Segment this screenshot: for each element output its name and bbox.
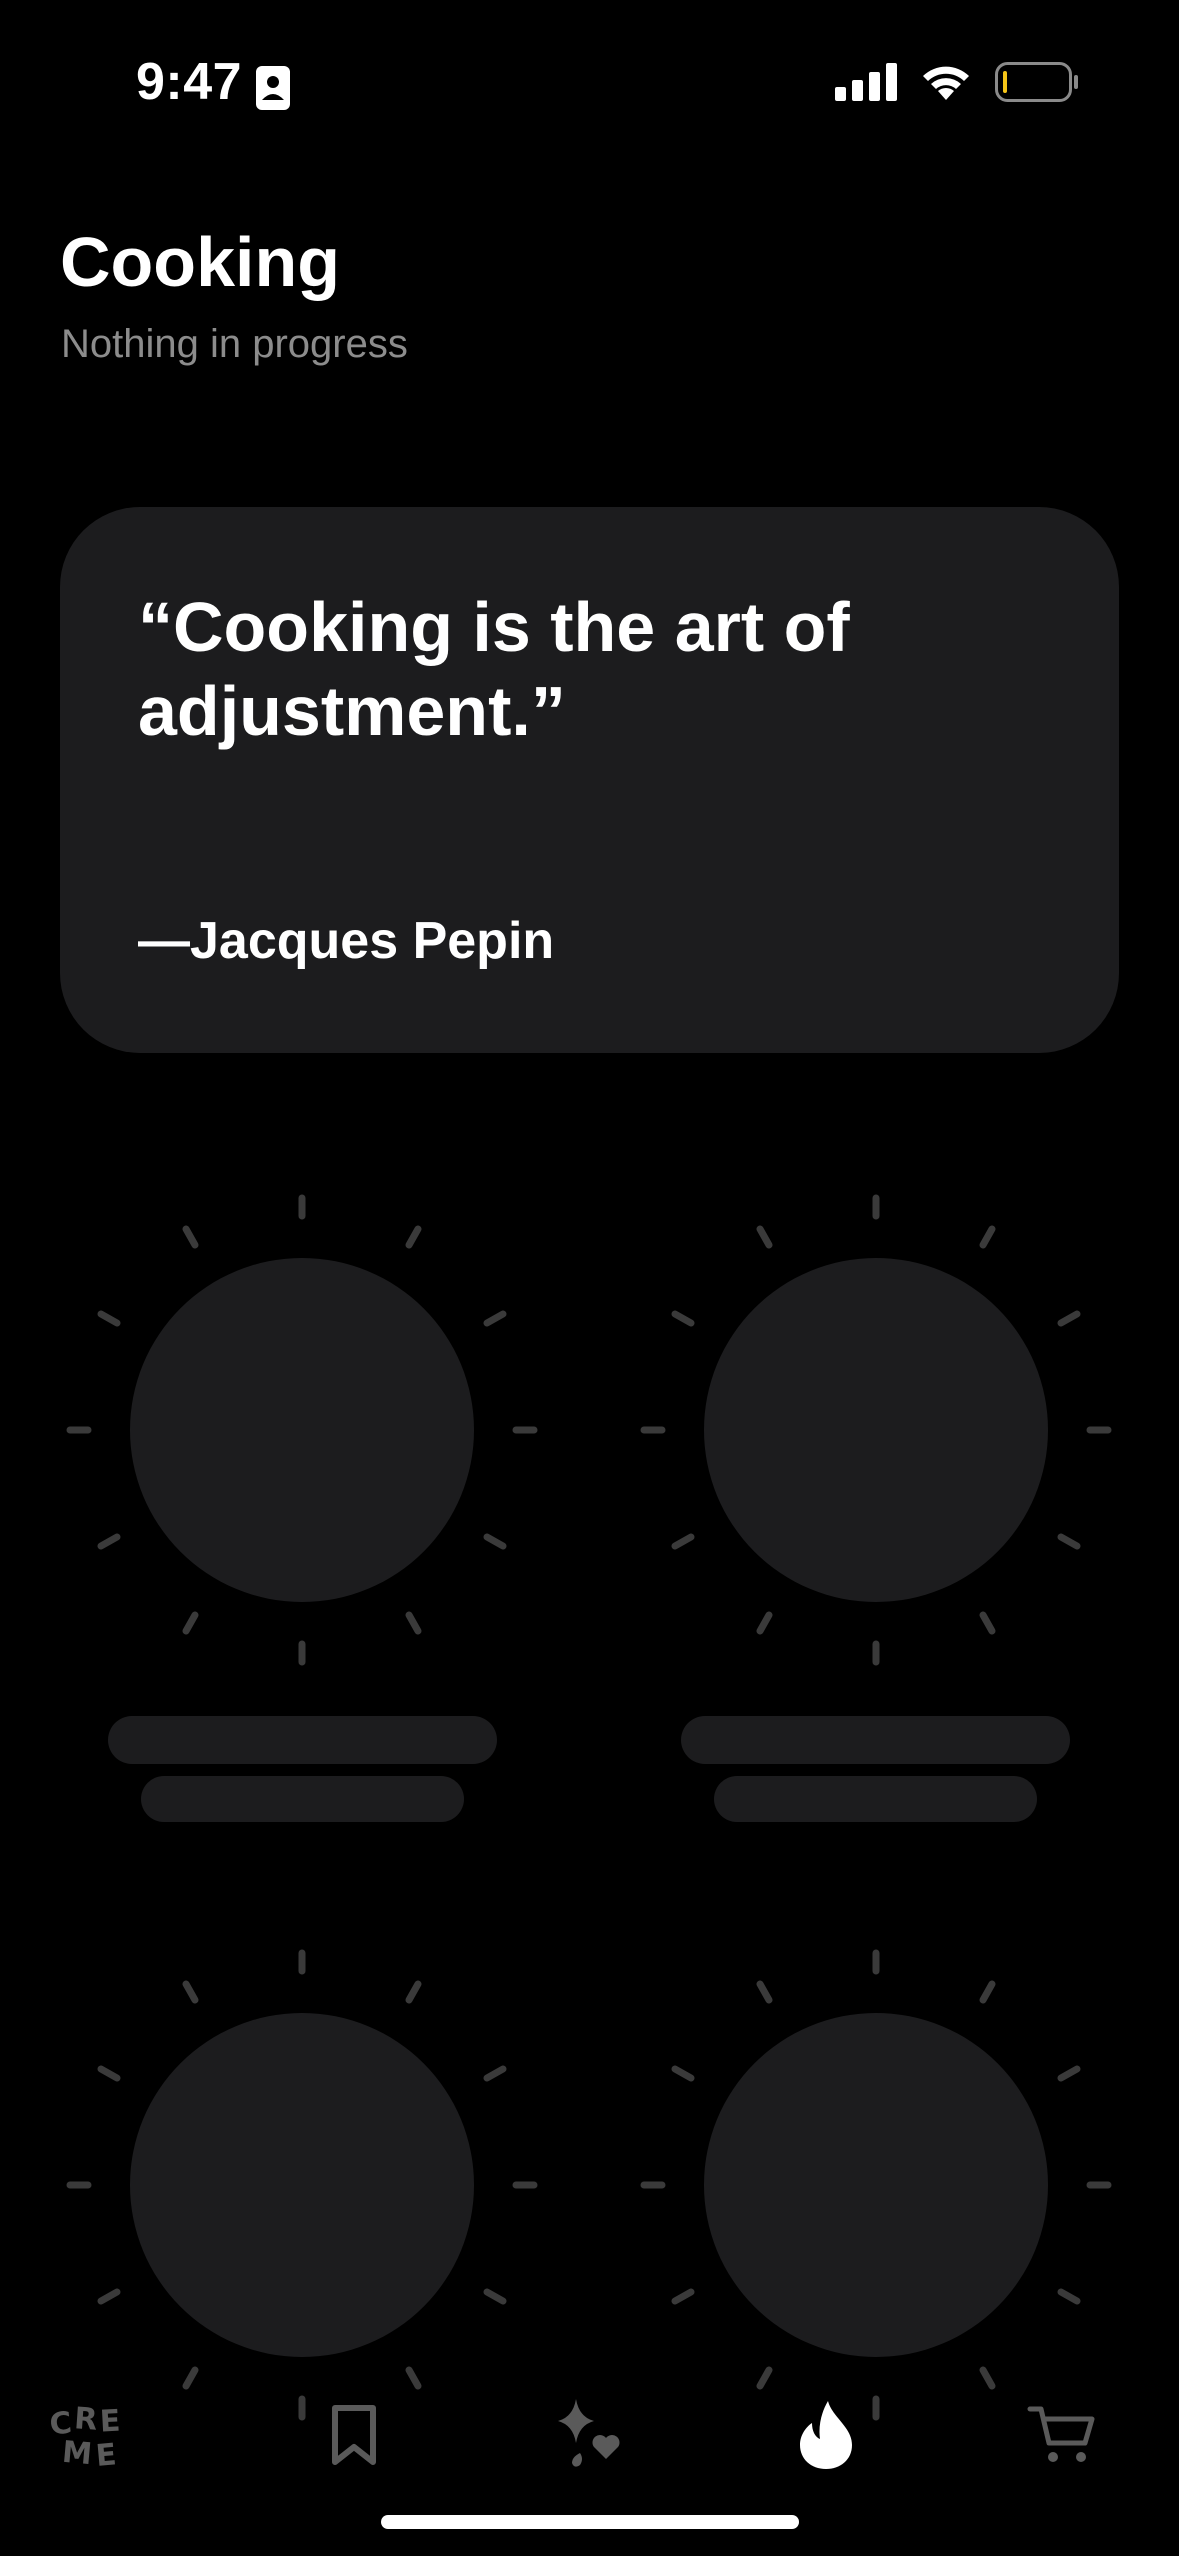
svg-text:M: M (61, 2435, 94, 2471)
bookmark-icon (332, 2405, 376, 2465)
creme-logo: C R E M E (48, 2401, 121, 2471)
tab-creme[interactable]: C R E M E (44, 2385, 144, 2485)
dial-sublabel-placeholder (714, 1776, 1037, 1822)
sparkle-heart-icon (558, 2399, 620, 2467)
burner-dial (640, 1949, 1112, 2421)
page-subtitle: Nothing in progress (61, 322, 408, 366)
cart-icon (1027, 2406, 1095, 2462)
contact-card-icon (256, 66, 290, 110)
page-title: Cooking (60, 223, 340, 301)
status-indicators (835, 62, 1079, 102)
dial-label-placeholder (108, 1716, 497, 1764)
flame-icon (800, 2401, 852, 2469)
battery-icon (995, 62, 1078, 102)
tab-discover[interactable] (540, 2385, 640, 2485)
quote-text: “Cooking is the art of adjustment.” (138, 588, 850, 750)
tab-cooking[interactable] (776, 2385, 876, 2485)
tab-cart[interactable] (1012, 2385, 1112, 2485)
quote-card: “Cooking is the art of adjustment.” —Jac… (60, 507, 1119, 1053)
burner-dial (66, 1949, 538, 2421)
dial-sublabel-placeholder (141, 1776, 464, 1822)
svg-text:E: E (94, 2437, 117, 2471)
wifi-icon (923, 66, 969, 100)
status-time: 9:47 (136, 53, 243, 111)
svg-text:R: R (73, 2401, 98, 2438)
burner-dial (66, 1194, 538, 1666)
home-indicator[interactable] (381, 2515, 799, 2529)
svg-text:E: E (99, 2404, 121, 2440)
burner-dial (640, 1194, 1112, 1666)
tab-saved[interactable] (304, 2385, 404, 2485)
quote-author: —Jacques Pepin (138, 912, 555, 970)
signal-icon (835, 63, 897, 101)
dial-label-placeholder (681, 1716, 1070, 1764)
